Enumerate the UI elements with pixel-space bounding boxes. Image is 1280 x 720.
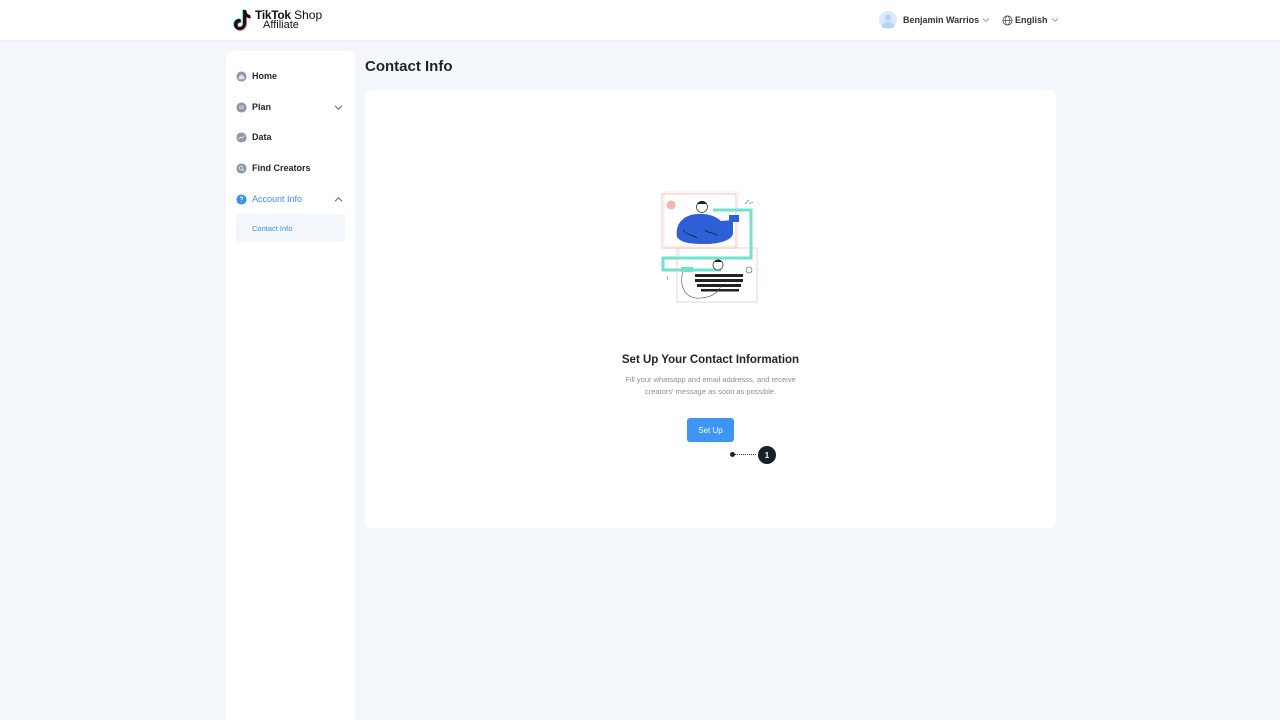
user-name: Benjamin Warrios — [903, 15, 980, 25]
search-creators-icon — [236, 162, 247, 174]
user-avatar-icon — [881, 14, 895, 28]
help-icon — [236, 193, 247, 205]
sidebar-item-plan[interactable]: Plan — [236, 97, 345, 117]
plan-icon — [236, 101, 247, 113]
tiktok-logo-icon — [233, 9, 251, 31]
contact-illustration — [661, 191, 758, 303]
avatar — [879, 11, 897, 29]
globe-icon — [1002, 15, 1013, 25]
sidebar-item-find-creators[interactable]: Find Creators — [236, 158, 345, 178]
language-label: English — [1015, 15, 1048, 25]
set-up-button[interactable]: Set Up — [687, 418, 734, 442]
chevron-down-icon — [334, 104, 343, 110]
top-bar: TikTok Shop Affiliate Benjamin Warrios E… — [0, 0, 1280, 40]
sidebar-subitem-contact-info[interactable]: Contact Info — [236, 214, 345, 242]
chevron-down-icon — [1051, 18, 1058, 23]
setup-heading: Set Up Your Contact Information — [621, 354, 800, 366]
user-menu[interactable]: Benjamin Warrios — [879, 11, 990, 29]
sidebar-item-account-info[interactable]: Account Info — [236, 189, 345, 209]
sidebar-item-label: Account Info — [252, 194, 303, 204]
step-marker-line — [732, 454, 756, 455]
contact-info-card: Set Up Your Contact Information Fill you… — [365, 90, 1056, 528]
sidebar-item-label: Home — [252, 71, 278, 81]
sidebar-item-home[interactable]: Home — [236, 66, 345, 86]
setup-description: Fill your whatsapp and email addresss, a… — [625, 375, 796, 396]
sidebar-item-label: Plan — [252, 102, 272, 112]
step-marker-dot — [730, 452, 735, 457]
chevron-up-icon — [334, 196, 343, 202]
sidebar-item-label: Data — [252, 132, 272, 142]
sidebar: Home Plan Data Find Creators Account Inf… — [226, 51, 355, 720]
data-icon — [236, 131, 247, 143]
page-title: Contact Info — [365, 58, 453, 75]
logo-affiliate-text: Affiliate — [263, 19, 299, 31]
tiktok-shop-affiliate-logo[interactable]: TikTok Shop Affiliate — [233, 8, 322, 32]
language-selector[interactable]: English — [1002, 13, 1059, 27]
home-icon — [236, 70, 247, 82]
step-badge: 1 — [758, 446, 776, 464]
chevron-down-icon — [982, 18, 990, 23]
sidebar-item-label: Find Creators — [252, 163, 311, 173]
sidebar-subitem-label: Contact Info — [252, 223, 293, 233]
sidebar-item-data[interactable]: Data — [236, 127, 345, 147]
